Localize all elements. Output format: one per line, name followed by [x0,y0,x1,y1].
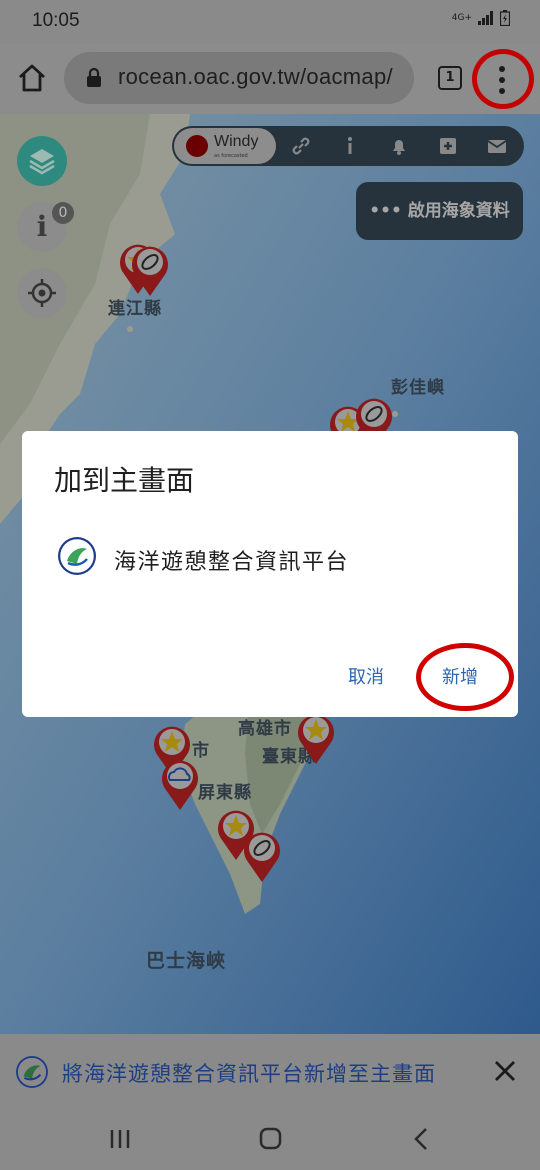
recent-apps-icon[interactable] [100,1124,140,1154]
network-type: 4G+ [451,13,472,23]
map-pin-fish[interactable] [240,828,284,884]
map-label-penghu: 彭佳嶼 [391,378,445,398]
layers-icon [29,149,55,175]
map-pin-star[interactable] [294,710,338,766]
home-button[interactable] [14,60,50,96]
info-badge: 0 [52,202,74,224]
app-logo-icon [16,1056,48,1088]
cancel-button[interactable]: 取消 [348,663,384,689]
add-to-home-dialog: 加到主畫面 海洋遊憩整合資訊平台 取消 新增 [22,431,518,717]
app-logo-icon [58,537,96,575]
back-icon[interactable] [402,1124,442,1154]
system-nav-bar [0,1108,540,1170]
map-toolbar: Windy as forecasted [172,126,524,166]
map-pin-fish[interactable] [128,242,172,298]
map-label-bashi: 巴士海峽 [146,950,227,972]
menu-button[interactable] [472,49,534,109]
windy-button[interactable]: Windy as forecasted [174,128,276,164]
bell-icon[interactable] [387,134,411,158]
app-name: 海洋遊憩整合資訊平台 [114,550,350,575]
windy-logo-icon [186,135,208,157]
windy-label: Windy [214,133,259,150]
status-icons: 4G+ [452,10,510,26]
mail-icon[interactable] [485,134,509,158]
link-icon[interactable] [289,134,313,158]
locate-button[interactable] [17,268,67,318]
map-label-kaohsiung: 高雄市 [238,719,292,739]
status-time: 10:05 [32,10,80,31]
map-pin-weather[interactable] [158,756,202,812]
status-bar: 10:05 4G+ [0,0,540,44]
home-nav-icon[interactable] [250,1124,290,1154]
more-vert-icon [499,66,505,94]
layers-button[interactable] [17,136,67,186]
home-icon [19,64,45,92]
url-text: rocean.oac.gov.tw/oacmap/ [118,64,393,89]
close-icon[interactable] [488,1054,522,1088]
tabs-button[interactable]: 1 [438,66,462,90]
map-label-pingtung: 屏東縣 [198,783,252,803]
info-icon[interactable] [338,134,362,158]
url-field[interactable]: rocean.oac.gov.tw/oacmap/ [64,52,414,104]
windy-sub: as forecasted [214,153,248,159]
add-box-icon[interactable] [436,134,460,158]
battery-icon [500,10,510,26]
lock-icon [87,68,101,87]
add-button[interactable]: 新增 [442,663,478,689]
crosshair-icon [28,279,56,307]
browser-toolbar: rocean.oac.gov.tw/oacmap/ 1 [0,44,540,114]
ocean-data-button[interactable]: ••• 啟用海象資料 [356,182,523,240]
install-banner[interactable]: 將海洋遊憩整合資訊平台新增至主畫面 [0,1034,540,1108]
signal-icon [478,11,493,25]
banner-text: 將海洋遊憩整合資訊平台新增至主畫面 [62,1062,436,1086]
dialog-title: 加到主畫面 [54,464,195,497]
